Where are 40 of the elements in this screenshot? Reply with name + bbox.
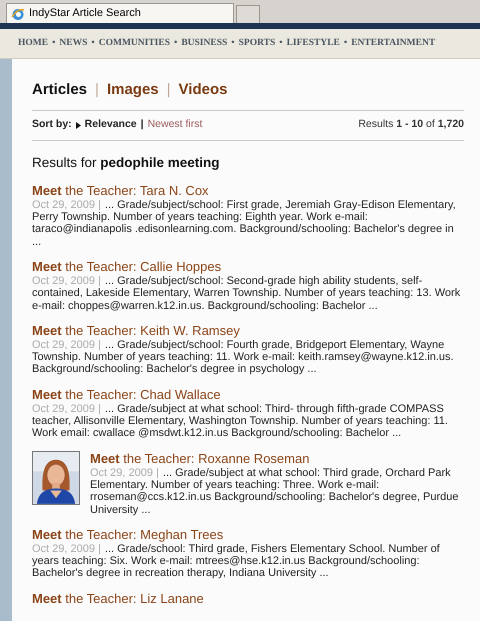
nav-separator: • <box>342 37 348 50</box>
nav-link[interactable]: COMMUNITIES <box>98 36 170 51</box>
results-count: Results 1 - 10 of 1,720 <box>358 117 464 132</box>
sort-option[interactable]: Relevance <box>84 117 137 133</box>
nav-separator: • <box>90 37 96 50</box>
browser-tab[interactable] <box>236 5 260 23</box>
result-title[interactable]: Meet the Teacher: Callie Hoppes <box>32 258 464 275</box>
sort-label: Sort by: <box>32 117 72 132</box>
sort-option[interactable]: Newest first <box>148 117 202 133</box>
result-snippet: Oct 29, 2009 | ... Grade/subject/school: Fourth grade, Bridgeport Elementary, Wayne Township. Number of years teaching: 11. Work e-mail: keith.ramsey@wayne.k12.in.us. Background/schooling: Bachelor's degree in psychology ... <box>32 338 455 376</box>
nav-link[interactable]: ENTERTAINMENT <box>351 36 436 51</box>
tab-separator: | <box>166 80 171 100</box>
result-title[interactable]: Meet the Teacher: Liz Lanane <box>32 590 464 607</box>
nav-separator: • <box>173 37 178 50</box>
result-title[interactable]: Meet the Teacher: Meghan Trees <box>32 526 464 543</box>
results-heading: Results for pedophile meeting <box>32 154 221 172</box>
browser-tab[interactable]: IndyStar Article Search <box>6 3 234 23</box>
result-title[interactable]: Meet the Teacher: Keith W. Ramsey <box>32 322 464 339</box>
result-snippet: Oct 29, 2009 | ... Grade/subject/school: First grade, Jeremiah Gray-Edison Elementary, Perry Township. Number of years teaching: Eighth year. Work e-mail: taraco@indianapolis .edisonlearning.com. Background/schooling: Bachelor's degree in ... <box>32 198 457 248</box>
nav-separator: • <box>278 37 284 50</box>
result-snippet: Oct 29, 2009 | ... Grade/subject/school: Second-grade high ability students, self-contained, Lakeside Elementary, Warren Township. Number of years teaching: 13. Work e-mail: choppes@warren.k12.in.us. Background/schooling: Bachelor ... <box>32 274 462 312</box>
nav-separator: • <box>51 37 56 50</box>
tab-separator: | <box>95 80 99 100</box>
result-title[interactable]: Meet the Teacher: Chad Wallace <box>32 386 464 403</box>
result-title[interactable]: Meet the Teacher: Roxanne Roseman <box>90 450 464 467</box>
media-tab[interactable]: Videos <box>178 79 228 102</box>
media-tab[interactable]: Articles <box>32 79 88 102</box>
result-snippet: Oct 29, 2009 | ... Grade/school: Third grade, Fishers Elementary School. Number of years teaching: Six. Work e-mail: mtrees@hse.k12.in.us Background/schooling: Bachelor's degree in recreation therapy, Indiana University ... <box>32 542 441 580</box>
sort-separator: | <box>140 117 144 132</box>
result-title[interactable]: Meet the Teacher: Tara N. Cox <box>32 182 464 199</box>
result-snippet: Oct 29, 2009 | ... Grade/subject at what school: Third grade, Orchard Park Elementary. Number of years teaching: Three. Work e-mail: rroseman@ccs.k12.in.us Background/schooling: Bachelor's degree, Purdue University ... <box>90 466 460 516</box>
globe-icon <box>11 6 25 20</box>
result-snippet: Oct 29, 2009 | ... Grade/subject at what school: Third- through fifth-grade COMPASS teacher, Allisonville Elementary, Washington Township. Number of years teaching: 11. Work email: cwallace @msdwt.k12.in.us Background/schooling: Bachelor ... <box>32 402 449 440</box>
nav-link[interactable]: NEWS <box>59 36 88 51</box>
nav-link[interactable]: LIFESTYLE <box>286 36 340 51</box>
nav-link[interactable]: SPORTS <box>238 36 276 51</box>
nav-link[interactable]: BUSINESS <box>181 36 228 51</box>
nav-separator: • <box>230 37 236 50</box>
nav-link[interactable]: HOME <box>18 36 48 51</box>
media-tab[interactable]: Images <box>106 79 159 102</box>
